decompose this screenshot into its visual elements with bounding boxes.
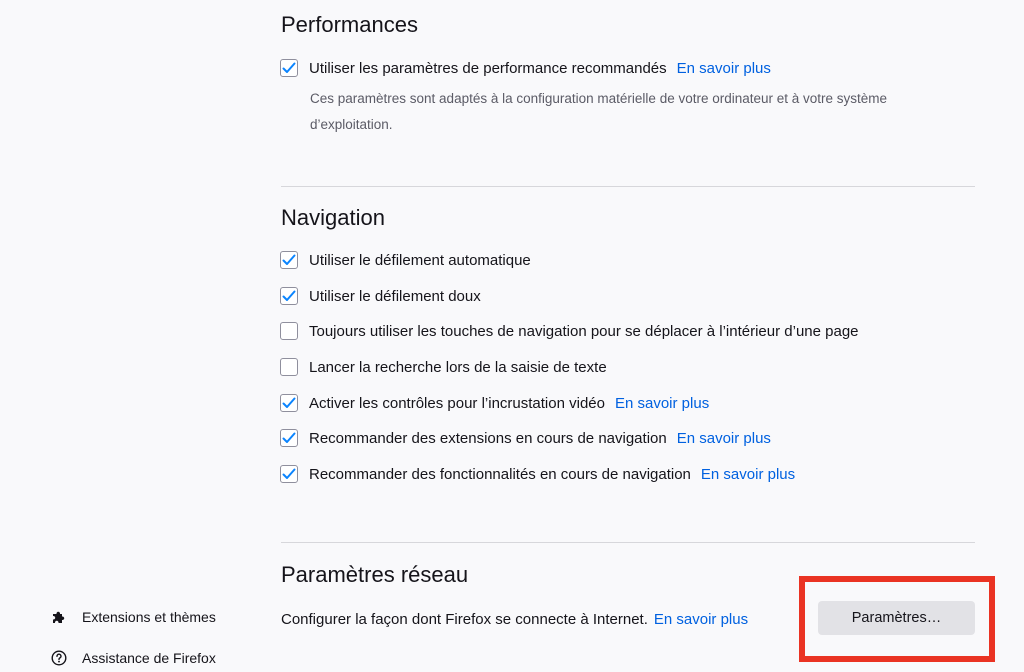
recommended-performance-row: Utiliser les paramètres de performance r…	[280, 57, 771, 79]
checkmark-icon	[282, 432, 296, 443]
sidebar-item-label: Extensions et thèmes	[82, 609, 216, 625]
nav-option-autoscroll: Utiliser le défilement automatique	[280, 249, 531, 271]
network-learn-more-link[interactable]: En savoir plus	[654, 611, 748, 628]
recommended-performance-label[interactable]: Utiliser les paramètres de performance r…	[309, 60, 667, 77]
recommend-extensions-checkbox[interactable]	[280, 429, 298, 447]
sidebar-item-label: Assistance de Firefox	[82, 650, 216, 666]
section-divider	[281, 542, 975, 543]
autoscroll-label[interactable]: Utiliser le défilement automatique	[309, 252, 531, 269]
network-description: Configurer la façon dont Firefox se conn…	[281, 610, 648, 628]
checkmark-icon	[282, 254, 296, 265]
sidebar-item-firefox-support[interactable]: Assistance de Firefox	[50, 647, 216, 669]
network-description-row: Configurer la façon dont Firefox se conn…	[281, 608, 748, 630]
smooth-scroll-checkbox[interactable]	[280, 287, 298, 305]
performance-section-title: Performances	[281, 12, 418, 37]
nav-option-smooth-scroll: Utiliser le défilement doux	[280, 285, 481, 307]
caret-browsing-label[interactable]: Toujours utiliser les touches de navigat…	[309, 323, 859, 340]
recommend-features-learn-more-link[interactable]: En savoir plus	[701, 466, 795, 483]
search-while-typing-checkbox[interactable]	[280, 358, 298, 376]
recommended-performance-checkbox[interactable]	[280, 59, 298, 77]
checkmark-icon	[282, 468, 296, 479]
checkmark-icon	[282, 62, 296, 73]
recommend-extensions-learn-more-link[interactable]: En savoir plus	[677, 430, 771, 447]
autoscroll-checkbox[interactable]	[280, 251, 298, 269]
nav-option-recommend-extensions: Recommander des extensions en cours de n…	[280, 427, 771, 449]
network-section-title: Paramètres réseau	[281, 562, 469, 587]
picture-in-picture-label[interactable]: Activer les contrôles pour l’incrustatio…	[309, 395, 605, 412]
nav-option-caret-browsing: Toujours utiliser les touches de navigat…	[280, 320, 859, 342]
performance-learn-more-link[interactable]: En savoir plus	[677, 60, 771, 77]
checkmark-icon	[282, 397, 296, 408]
sidebar-item-extensions-themes[interactable]: Extensions et thèmes	[50, 606, 216, 628]
search-while-typing-label[interactable]: Lancer la recherche lors de la saisie de…	[309, 359, 607, 376]
caret-browsing-checkbox[interactable]	[280, 322, 298, 340]
recommend-extensions-label[interactable]: Recommander des extensions en cours de n…	[309, 430, 667, 447]
nav-option-picture-in-picture: Activer les contrôles pour l’incrustatio…	[280, 392, 709, 414]
picture-in-picture-learn-more-link[interactable]: En savoir plus	[615, 395, 709, 412]
navigation-section-title: Navigation	[281, 205, 385, 230]
performance-description: Ces paramètres sont adaptés à la configu…	[310, 91, 888, 132]
nav-option-search-while-typing: Lancer la recherche lors de la saisie de…	[280, 356, 607, 378]
recommend-features-checkbox[interactable]	[280, 465, 298, 483]
recommend-features-label[interactable]: Recommander des fonctionnalités en cours…	[309, 466, 691, 483]
puzzle-icon	[50, 608, 68, 626]
section-divider	[281, 186, 975, 187]
help-circle-icon	[50, 649, 68, 667]
picture-in-picture-checkbox[interactable]	[280, 394, 298, 412]
nav-option-recommend-features: Recommander des fonctionnalités en cours…	[280, 463, 795, 485]
smooth-scroll-label[interactable]: Utiliser le défilement doux	[309, 288, 481, 305]
network-settings-button[interactable]: Paramètres…	[818, 601, 975, 635]
checkmark-icon	[282, 290, 296, 301]
